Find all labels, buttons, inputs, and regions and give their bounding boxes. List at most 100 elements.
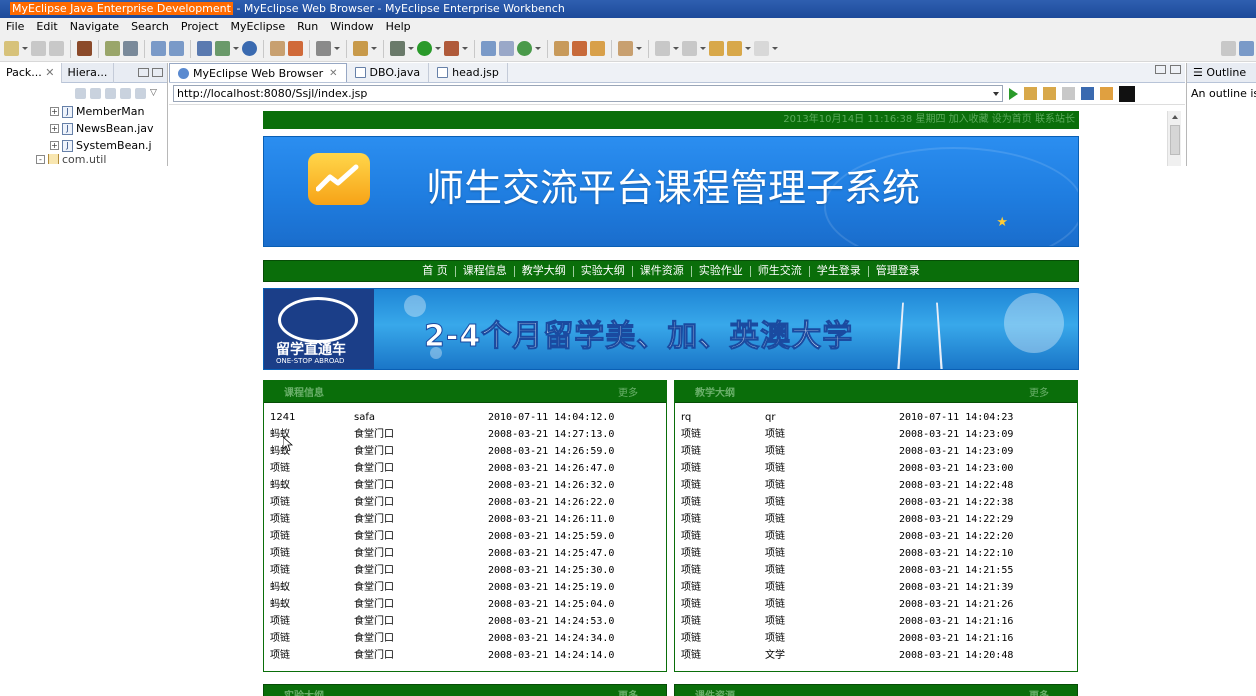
- list-item[interactable]: 项链 食堂门口 2008-03-21 14:24:34.0: [264, 630, 666, 647]
- forward-dropdown-icon[interactable]: [772, 41, 778, 56]
- nav-student-login[interactable]: 学生登录: [810, 260, 868, 282]
- back-dropdown-icon[interactable]: [745, 41, 751, 56]
- window-icon[interactable]: [316, 41, 331, 56]
- list-item[interactable]: 蚂蚁 食堂门口 2008-03-21 14:27:13.0: [264, 426, 666, 443]
- stop-icon[interactable]: [1081, 87, 1094, 100]
- tree-item[interactable]: + J SystemBean.j: [50, 137, 167, 154]
- servers-icon[interactable]: [197, 41, 212, 56]
- run-dropdown-icon[interactable]: [435, 41, 441, 56]
- link-with-editor-icon[interactable]: [135, 87, 146, 99]
- package-icon[interactable]: [270, 41, 285, 56]
- list-item[interactable]: 项链 项链 2008-03-21 14:23:00: [675, 460, 1077, 477]
- list-item[interactable]: 项链 项链 2008-03-21 14:22:20: [675, 528, 1077, 545]
- list-item[interactable]: 蚂蚁 食堂门口 2008-03-21 14:26:32.0: [264, 477, 666, 494]
- list-item[interactable]: 项链 食堂门口 2008-03-21 14:25:47.0: [264, 545, 666, 562]
- list-item[interactable]: 项链 项链 2008-03-21 14:23:09: [675, 426, 1077, 443]
- back-icon[interactable]: [75, 87, 86, 99]
- menu-window[interactable]: Window: [324, 18, 379, 36]
- external-tools-icon[interactable]: [444, 41, 459, 56]
- list-item[interactable]: 1241 safa 2010-07-11 14:04:12.0: [264, 409, 666, 426]
- expand-icon[interactable]: +: [50, 107, 59, 116]
- collapse-all-icon[interactable]: [120, 87, 131, 99]
- list-item[interactable]: 项链 食堂门口 2008-03-21 14:24:14.0: [264, 647, 666, 664]
- external-tools-dropdown-icon[interactable]: [462, 41, 468, 56]
- tree-item[interactable]: + J MemberMan: [50, 103, 167, 120]
- list-item[interactable]: 项链 项链 2008-03-21 14:22:29: [675, 511, 1077, 528]
- globe-icon[interactable]: [242, 41, 257, 56]
- prev-annotation-icon[interactable]: [682, 41, 697, 56]
- class-icon[interactable]: [288, 41, 303, 56]
- print-icon[interactable]: [49, 41, 64, 56]
- url-input[interactable]: http://localhost:8080/Ssjl/index.jsp: [173, 85, 1003, 102]
- forward-icon[interactable]: [1062, 87, 1075, 100]
- nav-admin-login[interactable]: 管理登录: [869, 260, 927, 282]
- open-folder-dropdown-icon[interactable]: [636, 41, 642, 56]
- bug-dropdown-icon[interactable]: [408, 41, 414, 56]
- color-swatch-icon[interactable]: [1119, 85, 1135, 102]
- deploy-icon[interactable]: [151, 41, 166, 56]
- up-icon[interactable]: [105, 87, 116, 99]
- more-link[interactable]: 更多: [618, 384, 638, 399]
- nav-home[interactable]: 首 页: [415, 260, 455, 282]
- menu-project[interactable]: Project: [175, 18, 225, 36]
- new-java-project-icon[interactable]: [481, 41, 496, 56]
- list-item[interactable]: 项链 项链 2008-03-21 14:21:39: [675, 579, 1077, 596]
- list-item[interactable]: 项链 食堂门口 2008-03-21 14:24:53.0: [264, 613, 666, 630]
- list-item[interactable]: 项链 项链 2008-03-21 14:21:26: [675, 596, 1077, 613]
- perspective-icon[interactable]: [1239, 41, 1254, 56]
- tab-hierarchy[interactable]: Hiera...: [62, 62, 115, 83]
- forward-icon[interactable]: [754, 41, 769, 56]
- refresh-icon[interactable]: [1100, 87, 1113, 100]
- list-item[interactable]: 项链 食堂门口 2008-03-21 14:26:22.0: [264, 494, 666, 511]
- bug-icon[interactable]: [390, 41, 405, 56]
- nav-exchange[interactable]: 师生交流: [751, 260, 809, 282]
- list-item[interactable]: 项链 项链 2008-03-21 14:21:16: [675, 613, 1077, 630]
- open-type-icon[interactable]: [77, 41, 92, 56]
- browser-icon[interactable]: [215, 41, 230, 56]
- search-icon[interactable]: [572, 41, 587, 56]
- more-link[interactable]: 更多: [618, 687, 638, 696]
- list-item[interactable]: 项链 项链 2008-03-21 14:22:10: [675, 545, 1077, 562]
- list-item[interactable]: 项链 项链 2008-03-21 14:22:48: [675, 477, 1077, 494]
- save-icon[interactable]: [31, 41, 46, 56]
- list-item[interactable]: 项链 食堂门口 2008-03-21 14:26:11.0: [264, 511, 666, 528]
- list-item[interactable]: 项链 食堂门口 2008-03-21 14:25:59.0: [264, 528, 666, 545]
- menu-run[interactable]: Run: [291, 18, 324, 36]
- minimize-icon[interactable]: [1155, 65, 1166, 74]
- debug-icon[interactable]: [105, 41, 120, 56]
- annotation-icon[interactable]: [590, 41, 605, 56]
- folder-icon[interactable]: [353, 41, 368, 56]
- maximize-icon[interactable]: [1170, 65, 1181, 74]
- redeploy-icon[interactable]: [169, 41, 184, 56]
- new-class-icon[interactable]: [517, 41, 532, 56]
- new-icon[interactable]: [4, 41, 19, 56]
- list-item[interactable]: 蚂蚁 食堂门口 2008-03-21 14:26:59.0: [264, 443, 666, 460]
- server-icon[interactable]: [123, 41, 138, 56]
- forward-icon[interactable]: [90, 87, 101, 99]
- minimize-icon[interactable]: [138, 68, 149, 77]
- window-dropdown-icon[interactable]: [334, 41, 340, 56]
- nav-lab-syllabus[interactable]: 实验大纲: [574, 260, 632, 282]
- nav-courseware[interactable]: 课件资源: [633, 260, 691, 282]
- nav-syllabus[interactable]: 教学大纲: [515, 260, 573, 282]
- menu-edit[interactable]: Edit: [30, 18, 63, 36]
- browser-dropdown-icon[interactable]: [233, 41, 239, 56]
- next-annotation-dropdown-icon[interactable]: [673, 41, 679, 56]
- list-item[interactable]: 项链 项链 2008-03-21 14:22:38: [675, 494, 1077, 511]
- outline-tab[interactable]: ☰ Outline: [1187, 63, 1256, 83]
- view-menu-icon[interactable]: ▽: [150, 88, 161, 99]
- list-item[interactable]: 项链 食堂门口 2008-03-21 14:26:47.0: [264, 460, 666, 477]
- scroll-up-icon[interactable]: [1168, 111, 1182, 123]
- open-folder-icon[interactable]: [618, 41, 633, 56]
- tree-item[interactable]: - com.util: [36, 154, 167, 164]
- list-item[interactable]: 蚂蚁 食堂门口 2008-03-21 14:25:04.0: [264, 596, 666, 613]
- open-task-icon[interactable]: [554, 41, 569, 56]
- list-item[interactable]: 项链 文学 2008-03-21 14:20:48: [675, 647, 1077, 664]
- menu-search[interactable]: Search: [125, 18, 175, 36]
- list-item[interactable]: 项链 项链 2008-03-21 14:23:09: [675, 443, 1077, 460]
- tab-dbo-java[interactable]: DBO.java: [347, 63, 430, 82]
- menu-help[interactable]: Help: [380, 18, 417, 36]
- tree-item[interactable]: + J NewsBean.jav: [50, 120, 167, 137]
- go-icon[interactable]: [1009, 87, 1018, 100]
- tab-web-browser[interactable]: MyEclipse Web Browser ✕: [169, 63, 347, 82]
